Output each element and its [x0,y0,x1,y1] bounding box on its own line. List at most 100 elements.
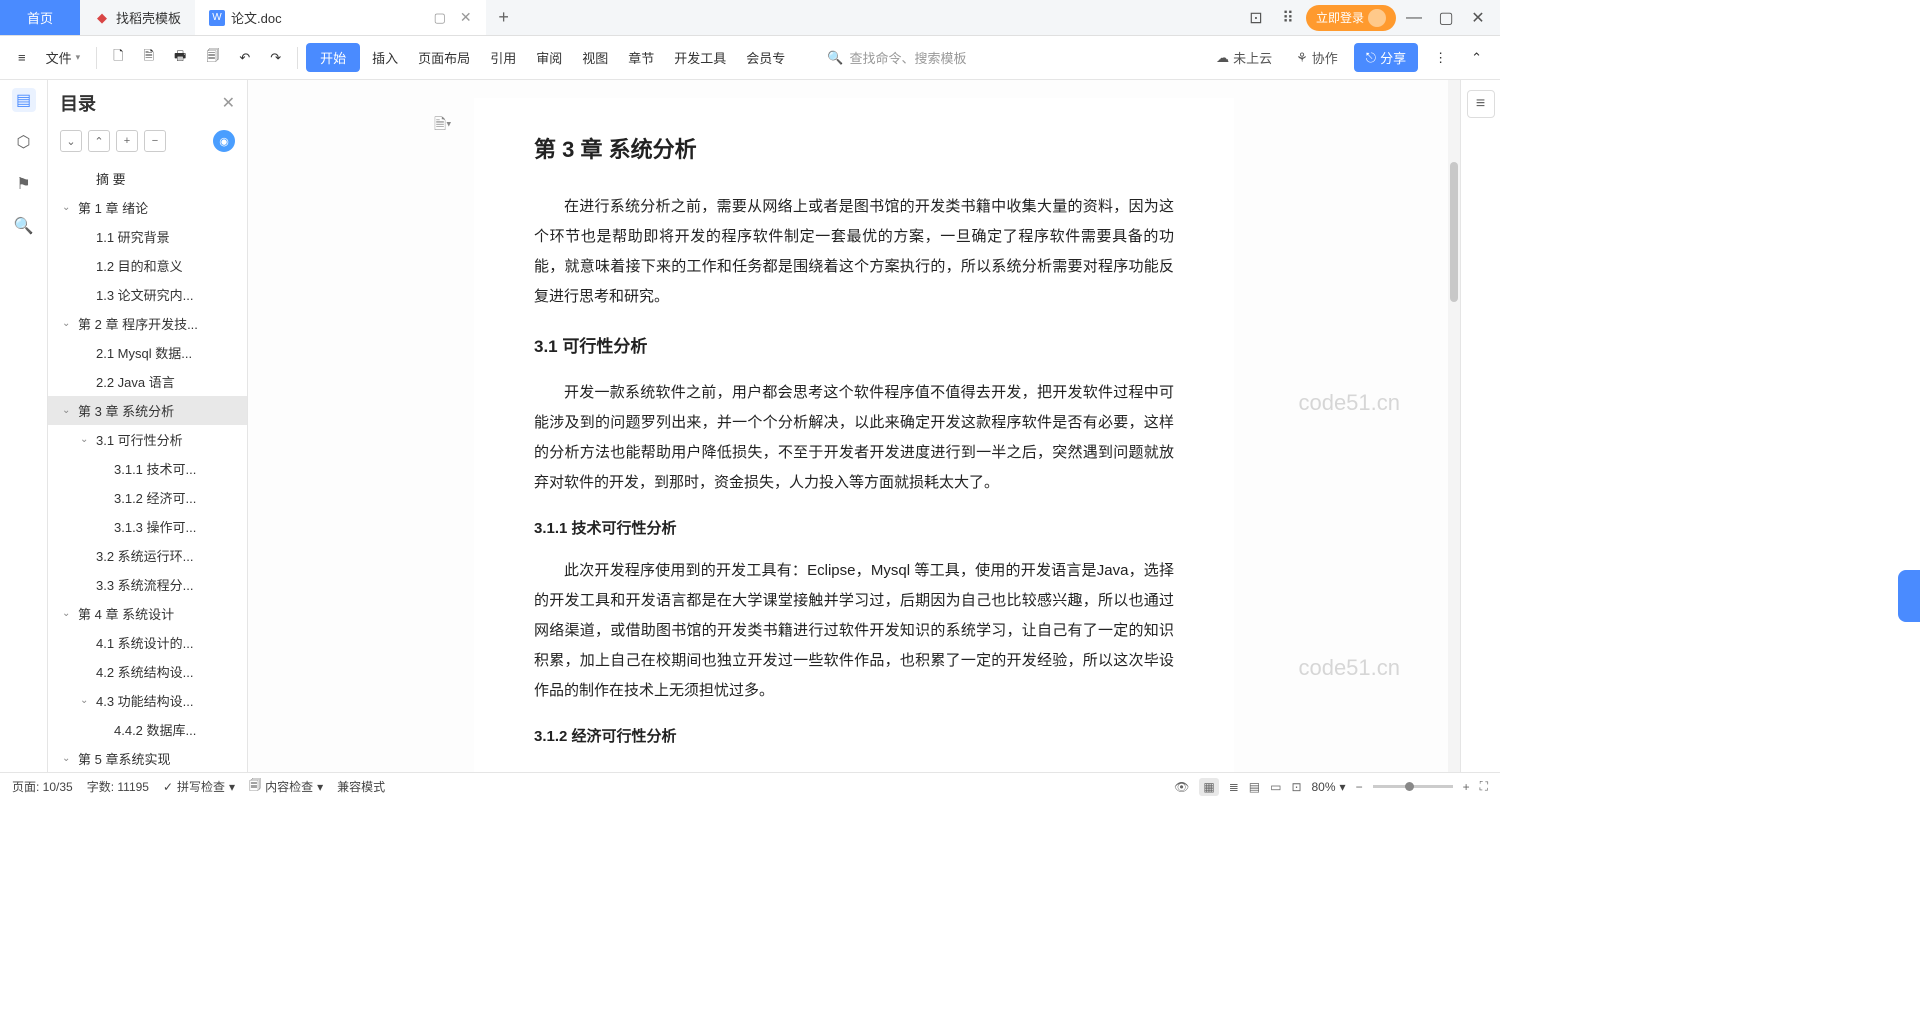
share-button[interactable]: ⎋分享 [1354,43,1418,72]
tab-home[interactable]: 首页 [0,0,80,35]
toc-item[interactable]: 1.2 目的和意义 [48,251,247,280]
toc-item[interactable]: 2.1 Mysql 数据... [48,338,247,367]
toc-item-label: 4.1 系统设计的... [96,633,194,652]
outline-icon[interactable]: ▤ [12,88,36,112]
toc-item[interactable]: 3.3 系统流程分... [48,570,247,599]
tab-chapter[interactable]: 章节 [620,44,662,71]
scroll-thumb[interactable] [1450,162,1458,302]
toc-item[interactable]: 3.1.1 技术可... [48,454,247,483]
toc-item[interactable]: 4.2 系统结构设... [48,657,247,686]
redo-icon[interactable]: ↷ [262,46,289,70]
tab-view[interactable]: 视图 [574,44,616,71]
toc-item[interactable]: 2.2 Java 语言 [48,367,247,396]
document-area[interactable]: code51.cn code51.cn code51.cn code51.cn … [248,80,1460,772]
toc-item[interactable]: ⌄4.3 功能结构设... [48,686,247,715]
toc-item[interactable]: 4.1 系统设计的... [48,628,247,657]
find-icon[interactable]: 🔍 [12,214,36,238]
collapse-ribbon-icon[interactable]: ⌃ [1463,46,1490,70]
zoom-out-icon[interactable]: − [1356,780,1363,794]
zoom-control[interactable]: 80% ▾ [1312,780,1346,794]
tab-devtools[interactable]: 开发工具 [666,44,734,71]
preview-icon[interactable]: 🗐 [198,43,227,73]
page-indicator[interactable]: 页面: 10/35 [12,778,73,795]
search-input[interactable]: 🔍 查找命令、搜索模板 [817,45,976,70]
toc-item-label: 3.1 可行性分析 [96,430,183,449]
print-icon[interactable]: 🖶 [166,43,194,73]
outline-view-icon[interactable]: ≣ [1229,780,1239,794]
expand-all-icon[interactable]: ⌃ [88,130,110,152]
toc-item[interactable]: 1.1 研究背景 [48,222,247,251]
add-item-icon[interactable]: + [116,130,138,152]
tab-reference[interactable]: 引用 [482,44,524,71]
chevron-icon: ⌄ [62,608,74,619]
toc-item[interactable]: 摘 要 [48,164,247,193]
collab-button[interactable]: ⚘协作 [1288,44,1346,71]
sync-icon[interactable]: ◉ [213,130,235,152]
bookmark-icon[interactable]: ⚑ [12,172,36,196]
undo-icon[interactable]: ↶ [231,46,258,70]
tab-insert[interactable]: 插入 [364,44,406,71]
toc-item-label: 2.2 Java 语言 [96,372,175,391]
toc-item[interactable]: 4.4.2 数据库... [48,715,247,744]
add-tab-button[interactable]: + [486,0,522,35]
tab-start[interactable]: 开始 [306,43,360,72]
toc-item[interactable]: ⌄第 2 章 程序开发技... [48,309,247,338]
watermark: code51.cn [1298,655,1400,681]
tab-review[interactable]: 审阅 [528,44,570,71]
export-icon[interactable]: 🗎 [136,43,162,73]
tab-layout[interactable]: 页面布局 [410,44,478,71]
toc-item[interactable]: ⌄3.1 可行性分析 [48,425,247,454]
toc-item[interactable]: 3.1.3 操作可... [48,512,247,541]
more-icon[interactable]: ⋮ [1426,46,1455,70]
save-icon[interactable]: 🗋 [105,43,131,73]
minimize-icon[interactable]: — [1400,4,1428,32]
toc-item[interactable]: ⌄第 5 章系统实现 [48,744,247,772]
collapse-all-icon[interactable]: ⌄ [60,130,82,152]
sidebar-close-icon[interactable]: ✕ [222,93,235,113]
page-view-icon[interactable]: ▦ [1199,778,1218,796]
toc-item[interactable]: 3.1.2 经济可... [48,483,247,512]
toc-tools: ⌄ ⌃ + − ◉ [48,126,247,160]
spellcheck-button[interactable]: ✓拼写检查 ▾ [163,778,235,795]
chevron-icon: ⌄ [62,318,74,329]
shape-icon[interactable]: ⬡ [12,130,36,154]
file-menu[interactable]: 文件 ▾ [38,44,89,71]
fullscreen-icon[interactable]: ⛶ [1480,779,1488,794]
compat-mode[interactable]: 兼容模式 [337,778,385,795]
tab-document[interactable]: W 论文.doc ▢ ✕ [195,0,486,35]
toc-item-label: 3.1.3 操作可... [114,517,196,536]
page-indicator-icon[interactable]: 🗎▾ [434,110,452,140]
tab-vip[interactable]: 会员专 [738,44,793,71]
search-icon: 🔍 [827,50,843,66]
zoom-in-icon[interactable]: + [1463,780,1470,794]
eye-icon[interactable]: 👁 [1174,780,1189,794]
content-check-button[interactable]: 🗐内容检查 ▾ [249,776,323,797]
remove-item-icon[interactable]: − [144,130,166,152]
word-count[interactable]: 字数: 11195 [87,778,149,795]
toc-item[interactable]: 3.2 系统运行环... [48,541,247,570]
toc-item[interactable]: ⌄第 4 章 系统设计 [48,599,247,628]
tab-label: 找稻壳模板 [116,8,181,27]
login-button[interactable]: 立即登录 [1306,5,1396,31]
tab-window-icon[interactable]: ▢ [434,10,446,26]
apps-icon[interactable]: ⠿ [1274,4,1302,32]
close-icon[interactable]: ✕ [460,9,472,26]
web-view-icon[interactable]: ▤ [1249,780,1260,794]
toc-item[interactable]: 1.3 论文研究内... [48,280,247,309]
toc-item[interactable]: ⌄第 3 章 系统分析 [48,396,247,425]
scrollbar[interactable] [1448,80,1460,772]
toc-item-label: 第 5 章系统实现 [78,749,170,768]
cloud-status[interactable]: ☁未上云 [1208,44,1280,71]
close-window-icon[interactable]: ✕ [1464,4,1492,32]
zoom-slider[interactable] [1373,785,1453,788]
floating-tab[interactable] [1898,570,1920,622]
layout-toggle-icon[interactable]: ⊡ [1242,4,1270,32]
fit-width-icon[interactable]: ⊡ [1291,780,1301,794]
read-view-icon[interactable]: ▭ [1270,780,1281,794]
contentcheck-icon: 🗐 [249,776,261,797]
menu-button[interactable]: ≡ [10,46,34,69]
panel-toggle-icon[interactable]: ≡ [1467,90,1495,118]
tab-templates[interactable]: ◆ 找稻壳模板 [80,0,195,35]
toc-item[interactable]: ⌄第 1 章 绪论 [48,193,247,222]
maximize-icon[interactable]: ▢ [1432,4,1460,32]
